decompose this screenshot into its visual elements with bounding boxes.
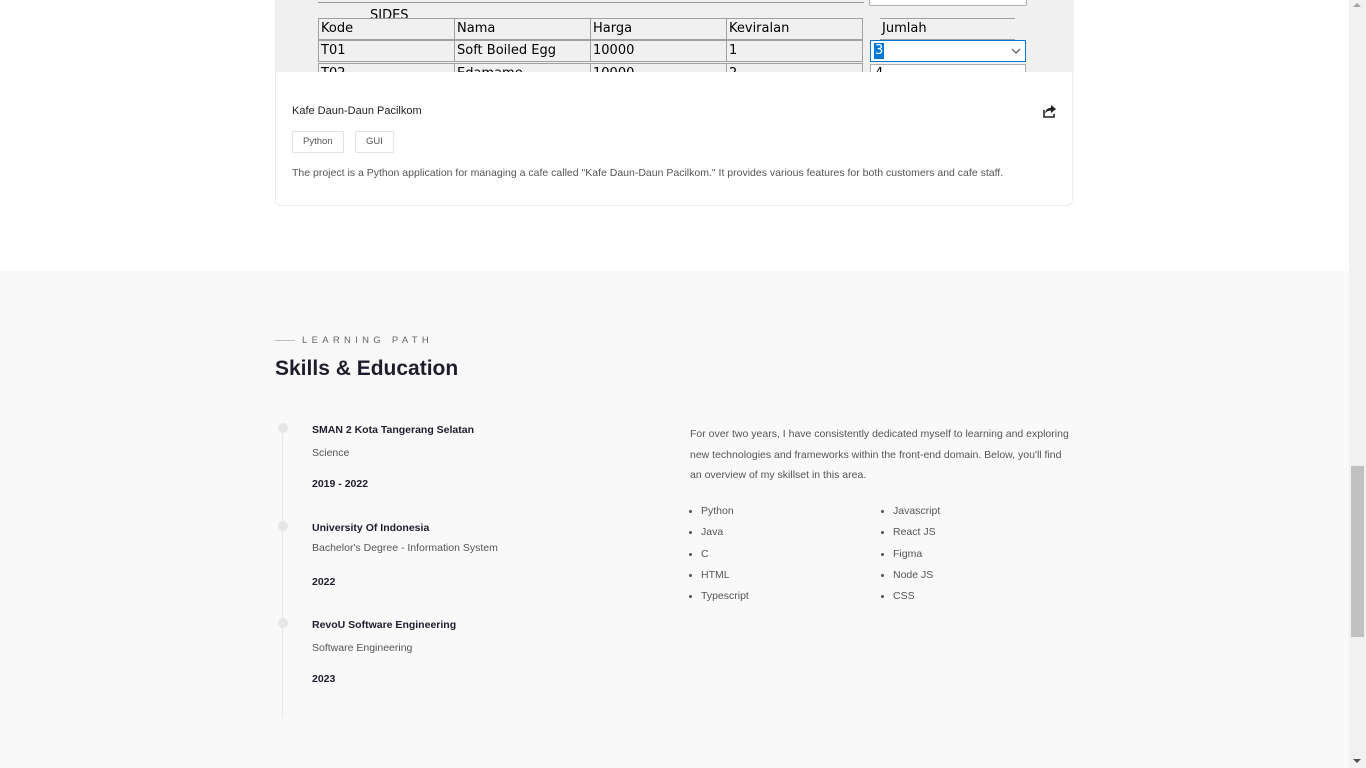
timeline-dot: [278, 423, 288, 433]
school-name: SMAN 2 Kota Tangerang Selatan: [312, 424, 475, 436]
skills-list-right: Javascript React JS Figma Node JS CSS: [882, 502, 940, 608]
school-years: 2022: [312, 576, 336, 588]
scroll-down-arrow-icon[interactable]: [1353, 759, 1361, 763]
screenshot-table-edge: [318, 0, 864, 3]
screenshot-col-harga: Harga: [590, 18, 727, 40]
skill-item: Typescript: [701, 587, 749, 608]
skill-item: Node JS: [893, 566, 940, 587]
timeline-dot: [278, 618, 288, 628]
screenshot-cell: 2: [726, 63, 863, 72]
school-field: Bachelor's Degree - Information System: [312, 542, 498, 554]
screenshot-col-kode: Kode: [318, 18, 455, 40]
project-screenshot[interactable]: SIDES Kode Nama Harga Keviralan Jumlah T…: [276, 0, 1074, 72]
skills-list-left: Python Java C HTML Typescript: [690, 502, 749, 608]
skills-intro: For over two years, I have consistently …: [690, 428, 1069, 481]
project-card[interactable]: SIDES Kode Nama Harga Keviralan Jumlah T…: [275, 0, 1074, 206]
screenshot-combobox-value: 4: [875, 66, 883, 72]
skill-item: Javascript: [893, 502, 940, 523]
eyebrow-text: LEARNING PATH: [302, 335, 434, 346]
page-scrollbar[interactable]: [1349, 0, 1366, 768]
project-description: The project is a Python application for …: [292, 167, 1004, 179]
skill-item: CSS: [893, 587, 940, 608]
section-eyebrow: LEARNING PATH: [275, 335, 433, 346]
screenshot-combobox-value: 3: [874, 43, 885, 59]
screenshot-cell: 10000: [590, 40, 727, 62]
project-title: Kafe Daun-Daun Pacilkom: [292, 105, 422, 117]
share-icon[interactable]: [1042, 103, 1058, 119]
screenshot-cell: Edamame: [454, 63, 591, 72]
eyebrow-line: [275, 340, 295, 341]
school-name: RevoU Software Engineering: [312, 619, 457, 631]
timeline-dot: [278, 521, 288, 531]
skill-item: React JS: [893, 523, 940, 544]
scroll-up-arrow-icon[interactable]: [1353, 3, 1361, 7]
tag-gui: GUI: [355, 131, 394, 153]
screenshot-cell: Soft Boiled Egg: [454, 40, 591, 62]
timeline-line: [282, 428, 283, 718]
section-title: Skills & Education: [275, 357, 459, 380]
skill-item: Figma: [893, 545, 940, 566]
school-years: 2023: [312, 673, 336, 685]
skill-item: HTML: [701, 566, 749, 587]
school-field: Software Engineering: [312, 642, 413, 654]
tag-python: Python: [292, 131, 344, 153]
screenshot-col-nama: Nama: [454, 18, 591, 40]
screenshot-cell: T02: [318, 63, 455, 72]
screenshot-jumlah-combobox: 4: [870, 64, 1026, 72]
education-timeline: SMAN 2 Kota Tangerang Selatan Science 20…: [275, 422, 595, 718]
screenshot-jumlah-combobox: 3: [870, 40, 1026, 62]
school-field: Science: [312, 447, 350, 459]
scrollbar-thumb[interactable]: [1351, 466, 1364, 637]
screenshot-combobox-previous: [869, 0, 1027, 6]
page: SIDES Kode Nama Harga Keviralan Jumlah T…: [0, 0, 1349, 768]
skill-item: Python: [701, 502, 749, 523]
screenshot-col-jumlah: Jumlah: [880, 18, 1015, 40]
chevron-down-icon: [1012, 71, 1020, 72]
screenshot-cell: 10000: [590, 63, 727, 72]
school-name: University Of Indonesia: [312, 522, 430, 534]
screenshot-cell: T01: [318, 40, 455, 62]
skill-item: Java: [701, 523, 749, 544]
screenshot-cell: 1: [726, 40, 863, 62]
school-years: 2019 - 2022: [312, 478, 369, 490]
chevron-down-icon: [1011, 48, 1021, 54]
skill-item: C: [701, 545, 749, 566]
screenshot-col-keviralan: Keviralan: [726, 18, 863, 40]
skills-education-section: LEARNING PATH Skills & Education SMAN 2 …: [0, 271, 1349, 768]
